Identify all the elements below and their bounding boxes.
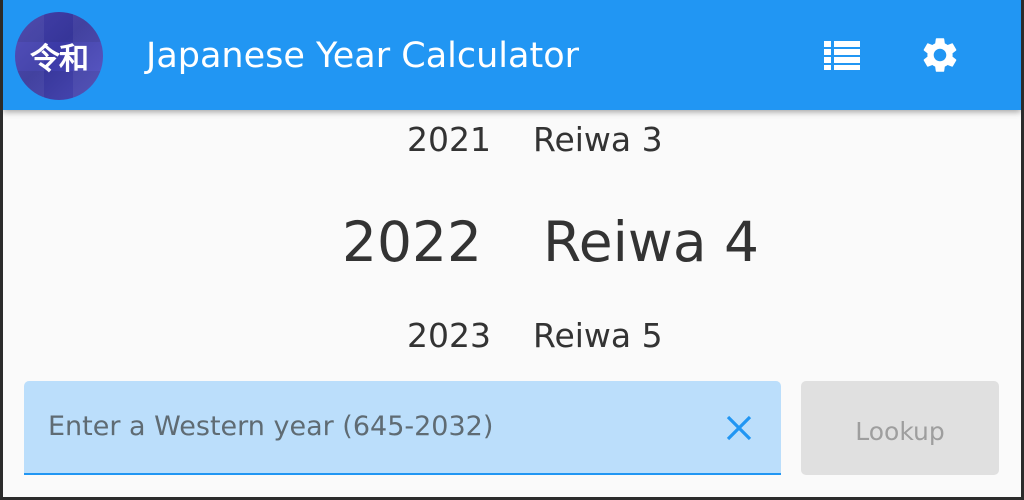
page-title: Japanese Year Calculator (146, 36, 580, 76)
list-icon (824, 41, 860, 70)
close-icon (726, 415, 752, 441)
western-year: 2021 (407, 120, 491, 159)
western-year: 2023 (407, 316, 491, 355)
app-bar: 令和 Japanese Year Calculator (3, 0, 1021, 110)
western-year: 2022 (342, 210, 482, 274)
year-row-next[interactable]: 2023 Reiwa 5 (3, 314, 1021, 358)
gear-icon (923, 38, 957, 72)
era-year: Reiwa 4 (543, 210, 760, 274)
era-year: Reiwa 3 (533, 120, 663, 159)
year-row-previous[interactable]: 2021 Reiwa 3 (3, 118, 1021, 162)
app-logo: 令和 (15, 12, 103, 100)
app-window: 令和 Japanese Year Calculator 2021 Reiwa 3 (3, 0, 1021, 497)
era-year: Reiwa 5 (533, 316, 663, 355)
era-list-button[interactable] (818, 31, 866, 79)
clear-input-button[interactable] (720, 409, 758, 447)
year-row-current[interactable]: 2022 Reiwa 4 (3, 210, 1021, 274)
logo-text: 令和 (30, 42, 89, 77)
settings-button[interactable] (916, 31, 964, 79)
lookup-button[interactable]: Lookup (801, 381, 999, 475)
year-input-field (24, 381, 781, 475)
year-input[interactable] (48, 401, 708, 451)
